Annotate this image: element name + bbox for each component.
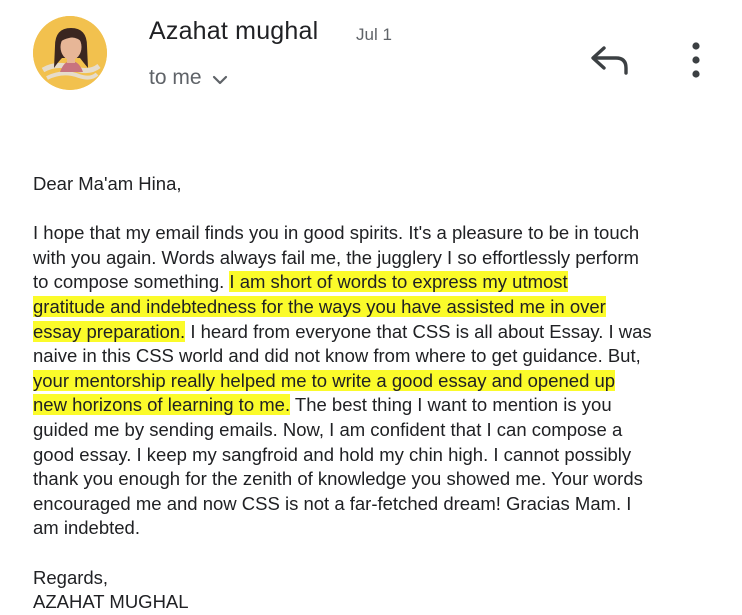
highlighted-text: your mentorship really helped me to writ… bbox=[33, 369, 616, 391]
avatar-portrait-icon bbox=[33, 16, 107, 90]
email-date: Jul 1 bbox=[356, 25, 392, 44]
message-line: to compose something. I am short of word… bbox=[33, 270, 713, 295]
message-text: thank you enough for the zenith of knowl… bbox=[33, 468, 643, 490]
message-line: thank you enough for the zenith of knowl… bbox=[33, 467, 713, 492]
sender-avatar[interactable] bbox=[33, 16, 107, 90]
message-line: I hope that my email finds you in good s… bbox=[33, 221, 713, 246]
email-body: Dear Ma'am Hina, I hope that my email fi… bbox=[33, 172, 713, 615]
highlighted-text: I am short of words to express my utmost bbox=[229, 271, 568, 293]
email-header: Azahat mughal Jul 1 to me bbox=[0, 0, 742, 110]
message-text: good essay. I keep my sangfroid and hold… bbox=[33, 443, 632, 465]
message-line: with you again. Words always fail me, th… bbox=[33, 246, 713, 271]
more-vert-icon bbox=[692, 42, 700, 78]
sender-name: Azahat mughal bbox=[149, 17, 319, 45]
message-text: am indebted. bbox=[33, 517, 140, 539]
message-text: The best thing I want to mention is you bbox=[290, 394, 612, 416]
message-text: naive in this CSS world and did not know… bbox=[33, 345, 641, 367]
reply-button[interactable] bbox=[588, 42, 632, 78]
recipient-label: to me bbox=[149, 66, 202, 89]
greeting: Dear Ma'am Hina, bbox=[33, 173, 182, 194]
message-paragraph: I hope that my email finds you in good s… bbox=[33, 221, 713, 541]
reply-icon bbox=[591, 46, 628, 75]
message-line: am indebted. bbox=[33, 516, 713, 541]
message-line: encouraged me and now CSS is not a far-f… bbox=[33, 492, 713, 517]
chevron-down-icon bbox=[212, 75, 227, 85]
message-text: guided me by sending emails. Now, I am c… bbox=[33, 418, 623, 440]
message-line: your mentorship really helped me to writ… bbox=[33, 369, 713, 394]
message-text: encouraged me and now CSS is not a far-f… bbox=[33, 492, 632, 514]
message-line: guided me by sending emails. Now, I am c… bbox=[33, 418, 713, 443]
recipient-details-toggle[interactable]: to me bbox=[149, 64, 228, 92]
message-text: to compose something. bbox=[33, 271, 230, 293]
message-text: I heard from everyone that CSS is all ab… bbox=[185, 320, 652, 342]
message-text: with you again. Words always fail me, th… bbox=[33, 246, 639, 268]
more-options-button[interactable] bbox=[684, 40, 708, 82]
signoff: Regards, bbox=[33, 566, 109, 588]
message-line: essay preparation. I heard from everyone… bbox=[33, 320, 713, 345]
message-line: new horizons of learning to me. The best… bbox=[33, 393, 713, 418]
message-line: naive in this CSS world and did not know… bbox=[33, 344, 713, 369]
message-text: I hope that my email finds you in good s… bbox=[33, 222, 640, 244]
highlighted-text: new horizons of learning to me. bbox=[33, 394, 291, 416]
message-line: gratitude and indebtedness for the ways … bbox=[33, 295, 713, 320]
highlighted-text: essay preparation. bbox=[33, 320, 186, 342]
message-line: good essay. I keep my sangfroid and hold… bbox=[33, 443, 713, 468]
highlighted-text: gratitude and indebtedness for the ways … bbox=[33, 295, 606, 317]
